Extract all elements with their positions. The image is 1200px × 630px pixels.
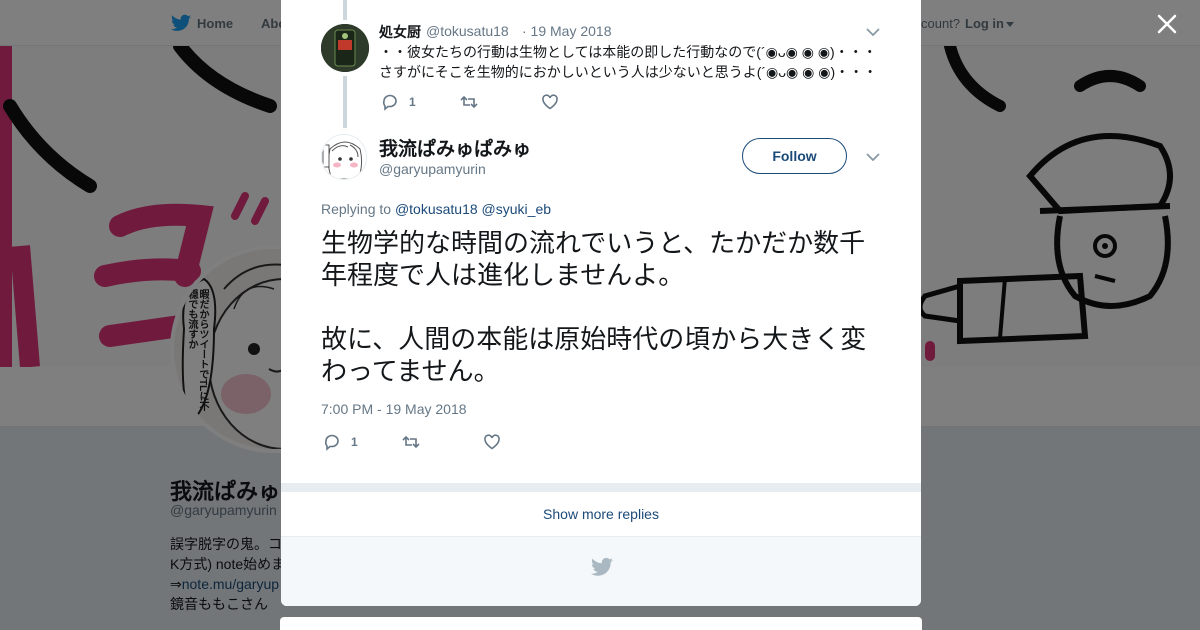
- chevron-down-icon[interactable]: [866, 27, 880, 37]
- parent-text-line: さすがにそこを生物的におかしいという人は少ないと思うよ(´◉ᴗ◉ ◉ ◉)・・・: [379, 64, 878, 80]
- avatar-illustration: [322, 135, 366, 179]
- parent-text-line: ・・彼女たちの行動は生物としては本能の即した行動なので(´◉ᴗ◉ ◉ ◉)・・・: [379, 44, 877, 60]
- follow-button[interactable]: Follow: [742, 138, 847, 174]
- like-icon[interactable]: [483, 433, 501, 451]
- reply-count: 1: [409, 95, 416, 109]
- permalink-tweet: 我流ぱみゅぱみゅ @garyupamyurin Follow Replying …: [281, 128, 921, 483]
- author-avatar[interactable]: [321, 134, 367, 180]
- reply-icon[interactable]: [323, 433, 341, 451]
- parent-tweet-text: ・・彼女たちの行動は生物としては本能の即した行動なので(´◉ᴗ◉ ◉ ◉)・・・…: [379, 42, 879, 82]
- parent-author-name[interactable]: 処女厨: [379, 22, 421, 42]
- tweet-timestamp[interactable]: 7:00 PM - 19 May 2018: [321, 401, 467, 417]
- retweet-icon[interactable]: [402, 433, 420, 451]
- thread-connector: [343, 76, 347, 128]
- retweet-icon[interactable]: [460, 93, 478, 111]
- chevron-down-icon[interactable]: [866, 152, 880, 162]
- replying-to: Replying to @tokusatu18 @syuki_eb: [321, 201, 551, 217]
- close-icon[interactable]: [1155, 12, 1179, 36]
- author-handle[interactable]: @garyupamyurin: [379, 161, 486, 177]
- mention-link[interactable]: @syuki_eb: [482, 201, 551, 217]
- parent-date[interactable]: · 19 May 2018: [522, 23, 612, 39]
- tweet-text: 生物学的な時間の流れでいうと、たかだか数千年程度で人は進化しませんよ。 故に、人…: [321, 228, 867, 386]
- thread-connector: [343, 0, 347, 20]
- parent-tweet[interactable]: 処女厨 @tokusatu18 · 19 May 2018 ・・彼女たちの行動は…: [281, 0, 921, 128]
- tweet-actions: 1: [323, 433, 623, 453]
- next-card-edge: [280, 617, 922, 630]
- twitter-bird-icon: [591, 557, 613, 576]
- avatar-illustration: [321, 24, 369, 72]
- parent-avatar[interactable]: [321, 24, 369, 72]
- tweet-permalink-modal: 処女厨 @tokusatu18 · 19 May 2018 ・・彼女たちの行動は…: [281, 0, 921, 606]
- parent-actions: 1: [381, 93, 681, 113]
- parent-author-handle[interactable]: @tokusatu18: [426, 23, 509, 39]
- section-divider: [281, 483, 921, 492]
- mention-link[interactable]: @tokusatu18: [395, 201, 478, 217]
- reply-icon[interactable]: [381, 93, 399, 111]
- replying-label: Replying to: [321, 201, 392, 217]
- reply-count: 1: [351, 435, 358, 449]
- modal-footer: [281, 537, 921, 606]
- like-icon[interactable]: [541, 93, 559, 111]
- author-name[interactable]: 我流ぱみゅぱみゅ: [379, 134, 531, 161]
- show-more-replies-button[interactable]: Show more replies: [281, 492, 921, 537]
